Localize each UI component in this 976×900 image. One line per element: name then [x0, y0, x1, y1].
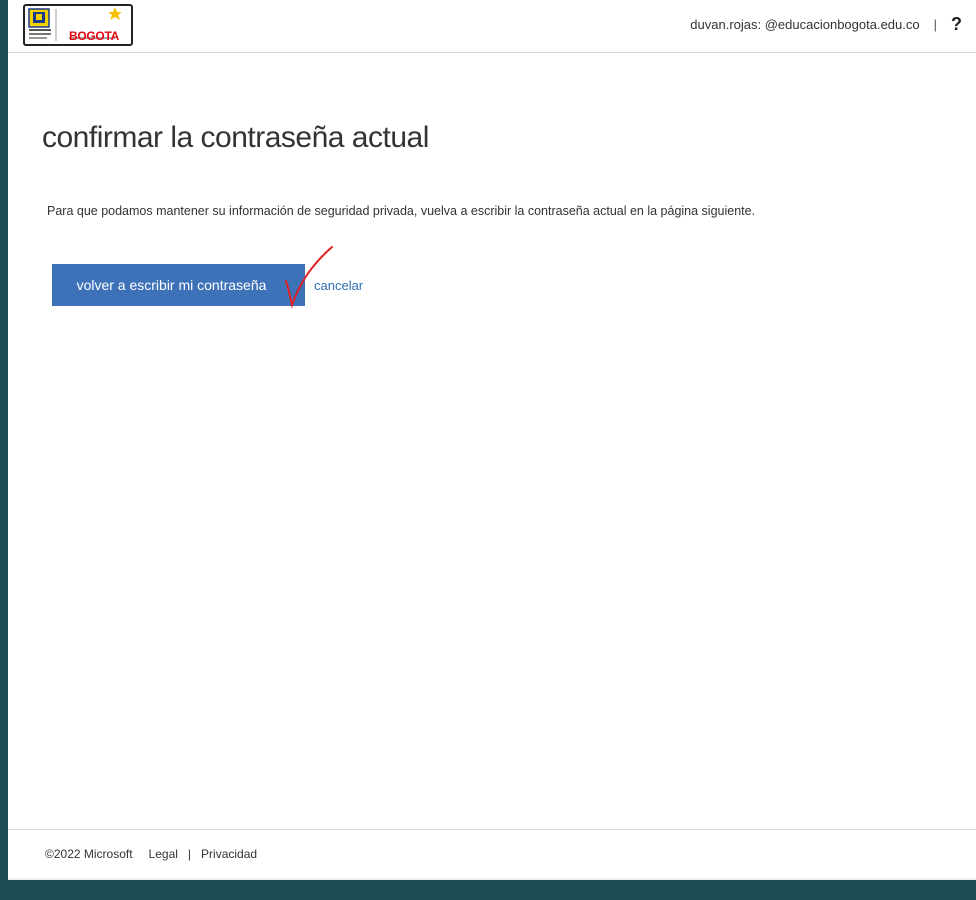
footer-separator: | [187, 847, 192, 861]
page-title: confirmar la contraseña actual [42, 121, 429, 154]
help-icon[interactable]: ? [951, 14, 962, 35]
reenter-password-button[interactable]: volver a escribir mi contraseña [52, 264, 305, 306]
page: BOGOTA duvan.rojas: @educacionbogota.edu… [8, 0, 976, 880]
top-bar: BOGOTA duvan.rojas: @educacionbogota.edu… [8, 0, 976, 53]
privacy-link[interactable]: Privacidad [201, 847, 257, 861]
logo-text: BOGOTA [69, 29, 119, 43]
page-description: Para que podamos mantener su información… [47, 204, 756, 218]
cancel-link[interactable]: cancelar [314, 278, 363, 293]
footer: ©2022 Microsoft Legal | Privacidad [8, 829, 976, 878]
copyright-text: ©2022 Microsoft [45, 847, 133, 861]
user-email[interactable]: duvan.rojas: @educacionbogota.edu.co [690, 17, 919, 32]
main-content: confirmar la contraseña actual Para que … [8, 53, 976, 829]
header-separator: | [933, 16, 937, 32]
bogota-logo: BOGOTA [23, 4, 133, 46]
user-area: duvan.rojas: @educacionbogota.edu.co | ? [690, 14, 962, 34]
legal-link[interactable]: Legal [149, 847, 178, 861]
